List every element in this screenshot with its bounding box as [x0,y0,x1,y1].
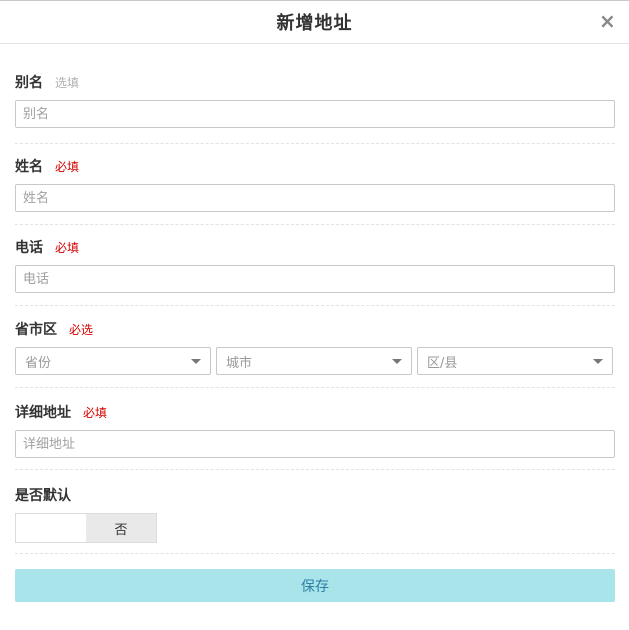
region-label: 省市区 [15,322,57,338]
default-label: 是否默认 [15,488,71,504]
phone-label-line: 电话 必填 [15,237,615,265]
name-row: 姓名 必填 [15,144,615,225]
region-label-line: 省市区 必选 [15,319,615,347]
add-address-dialog: 新增地址 × 别名 选填 姓名 必填 电话 必填 [0,0,629,630]
phone-hint: 必填 [55,241,80,255]
alias-hint: 选填 [55,76,80,90]
phone-input[interactable] [15,265,615,293]
chevron-down-icon [392,359,402,364]
name-label: 姓名 [15,159,43,175]
chevron-down-icon [191,359,201,364]
save-button[interactable]: 保存 [15,569,615,602]
alias-label: 别名 [15,75,43,91]
chevron-down-icon [593,359,603,364]
city-select[interactable]: 城市 [216,347,412,375]
alias-row: 别名 选填 [15,72,615,144]
address-form: 别名 选填 姓名 必填 电话 必填 省市区 必选 [15,72,615,554]
phone-row: 电话 必填 [15,225,615,306]
address-label-line: 详细地址 必填 [15,402,615,430]
close-icon[interactable]: × [599,11,616,31]
default-row: 是否默认 否 [15,470,615,554]
province-select-value: 省份 [25,355,52,371]
alias-label-line: 别名 选填 [15,72,615,100]
region-selects: 省份 城市 区/县 [15,347,615,375]
name-input[interactable] [15,184,615,212]
address-hint: 必填 [83,406,108,420]
district-select-value: 区/县 [427,355,458,371]
province-select[interactable]: 省份 [15,347,211,375]
region-hint: 必选 [69,323,94,337]
dialog-header: 新增地址 × [0,1,629,44]
dialog-title: 新增地址 [276,13,353,34]
name-hint: 必填 [55,160,80,174]
alias-input[interactable] [15,100,615,128]
default-yes-option[interactable] [16,514,86,542]
default-label-line: 是否默认 [15,485,615,513]
district-select[interactable]: 区/县 [417,347,613,375]
address-label: 详细地址 [15,405,71,421]
name-label-line: 姓名 必填 [15,156,615,184]
address-row: 详细地址 必填 [15,388,615,470]
city-select-value: 城市 [226,355,253,371]
default-no-option[interactable]: 否 [86,514,156,542]
phone-label: 电话 [15,240,43,256]
default-toggle: 否 [15,513,157,543]
address-input[interactable] [15,430,615,458]
region-row: 省市区 必选 省份 城市 区/县 [15,306,615,388]
